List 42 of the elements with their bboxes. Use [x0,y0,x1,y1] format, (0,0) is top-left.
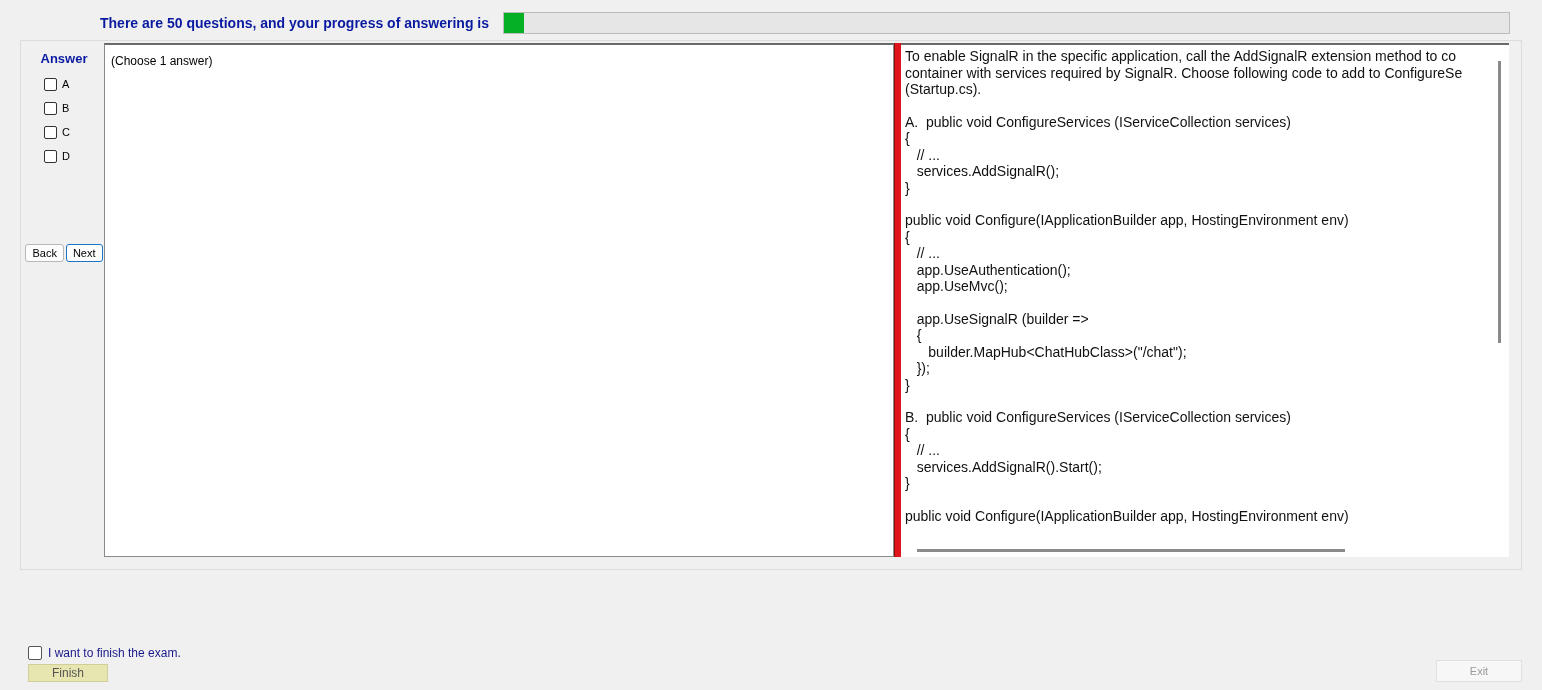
option-checkbox[interactable] [44,77,57,91]
code-line: } [905,376,910,393]
next-button[interactable]: Next [65,244,103,262]
option-label: C [62,126,70,138]
option-checkbox[interactable] [44,149,57,163]
code-line: services.AddSignalR(); [915,163,1060,180]
progress-label: There are 50 questions, and your progress of answering is [100,15,489,31]
code-line: } [905,179,910,196]
vertical-scrollbar[interactable] [1498,61,1501,343]
code-line: app.UseAuthentication(); [915,261,1071,278]
answer-hint: (Choose 1 answer) [111,54,213,68]
code-line: // ... [915,442,940,459]
option-label: A [62,78,70,90]
option-checkbox[interactable] [44,125,57,139]
option-checkbox[interactable] [44,101,57,115]
back-button[interactable]: Back [25,244,64,262]
finish-checkbox[interactable] [28,646,42,660]
question-text-line: container with services required by SignalR. Choose following code to add to ConfigureSe [905,64,1463,81]
finish-button[interactable]: Finish [28,664,108,682]
horizontal-scrollbar[interactable] [917,548,1345,552]
option-label: B [62,102,70,114]
finish-label: I want to finish the exam. [48,646,181,660]
code-line: A. public void ConfigureServices (IServiceCollection services) [905,113,1291,130]
code-line: { [905,425,910,442]
code-line: public void Configure(IApplicationBuilder app, HostingEnvironment env) [905,212,1349,229]
code-line: { [905,228,910,245]
code-line: builder.MapHub<ChatHubClass>("/chat"); [927,343,1187,360]
question-text-line: To enable SignalR in the specific application, call the AddSignalR extension method to co [905,48,1456,65]
question-text-line: (Startup.cs). [905,81,982,98]
code-line: // ... [915,146,940,163]
code-line: { [905,130,910,147]
code-line: } [905,475,910,492]
code-line: }); [915,360,930,377]
code-line: { [915,327,922,344]
code-line: B. public void ConfigureServices (IServiceCollection services) [905,409,1291,426]
code-line: public void Configure(IApplicationBuilder app, HostingEnvironment env) [905,507,1349,524]
code-line: app.UseSignalR (builder => [915,310,1089,327]
option-label: D [62,150,70,162]
code-line: app.UseMvc(); [915,278,1008,295]
answer-title: Answer [40,51,88,66]
code-line: services.AddSignalR().Start(); [915,458,1102,475]
code-line: // ... [915,245,940,262]
